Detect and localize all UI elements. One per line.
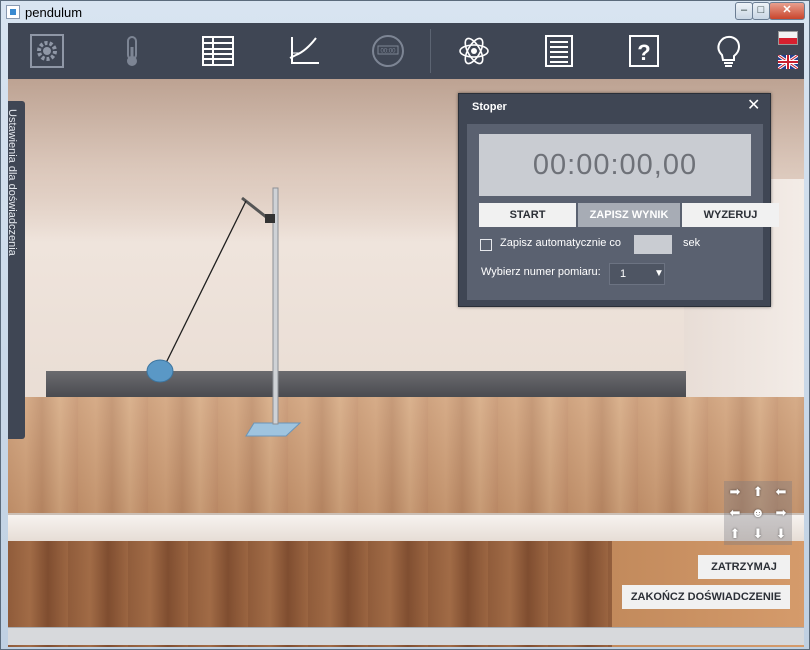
app-client-area: 00:00 ? Ustawienia dla doświadczenia Sto… — [8, 23, 804, 647]
experiment-scene: Ustawienia dla doświadczenia Stoper ✕ 00… — [8, 79, 804, 647]
stand-rod — [272, 187, 279, 425]
toolbar-separator — [430, 29, 431, 73]
document-icon — [545, 35, 573, 67]
stopwatch-title: Stoper — [472, 101, 507, 113]
end-experiment-button[interactable]: ZAKOŃCZ DOŚWIADCZENIE — [622, 585, 790, 609]
settings-tab-label: Ustawienia dla doświadczenia — [8, 109, 18, 256]
app-icon — [6, 5, 20, 19]
table-icon — [202, 36, 234, 66]
help-icon-label: ? — [637, 40, 650, 65]
stopwatch-button[interactable]: 00:00 — [366, 29, 410, 73]
maximize-button[interactable]: □ — [752, 2, 770, 20]
move-backward-icon[interactable]: ⬇ — [749, 525, 767, 543]
chevron-down-icon: ▼ — [654, 268, 664, 279]
rod-clamp — [265, 214, 275, 223]
move-up-icon[interactable]: ⬆ — [726, 525, 744, 543]
camera-navigation-pad: ➡ ⬆ ⬅ ⬅ ☻ ➡ ⬆ ⬇ ⬇ — [724, 481, 792, 545]
experiment-settings-tab[interactable]: Ustawienia dla doświadczenia — [8, 101, 25, 439]
chart-icon — [289, 37, 319, 64]
start-button[interactable]: START — [479, 203, 576, 227]
pl-flag-icon[interactable] — [778, 31, 798, 45]
auto-save-interval-input[interactable] — [634, 235, 672, 254]
physics-button[interactable] — [452, 29, 496, 73]
auto-save-checkbox[interactable] — [480, 239, 492, 251]
stopwatch-body: 00:00:00,00 START ZAPISZ WYNIK WYZERUJ Z… — [467, 124, 779, 300]
app-window: pendulum – □ ✕ 00:00 ? Ustawienia dla do… — [0, 0, 810, 650]
stopwatch-icon: 00:00 — [372, 35, 404, 67]
help-button[interactable]: ? — [622, 29, 666, 73]
help-icon: ? — [629, 35, 659, 67]
document-button[interactable] — [536, 29, 580, 73]
rotate-left-icon[interactable]: ⬅ — [772, 483, 790, 501]
stopwatch-close-icon[interactable]: ✕ — [747, 98, 760, 114]
move-right-icon[interactable]: ➡ — [772, 504, 790, 522]
table-button[interactable] — [196, 29, 240, 73]
hint-button[interactable] — [706, 29, 750, 73]
save-result-button[interactable]: ZAPISZ WYNIK — [578, 203, 680, 227]
pendulum-string[interactable] — [163, 200, 247, 368]
pause-button[interactable]: ZATRZYMAJ — [698, 555, 790, 579]
minimize-button[interactable]: – — [735, 2, 753, 20]
pendulum-bob[interactable] — [146, 359, 174, 383]
move-down-icon[interactable]: ⬇ — [772, 525, 790, 543]
thermometer-icon — [127, 36, 137, 66]
reset-button[interactable]: WYZERUJ — [682, 203, 779, 227]
stand-base — [245, 422, 302, 437]
uk-flag-icon[interactable] — [778, 55, 798, 69]
window-title: pendulum — [25, 5, 83, 20]
move-forward-icon[interactable]: ⬆ — [749, 483, 767, 501]
auto-save-unit: sek — [683, 237, 701, 249]
gear-icon — [30, 34, 64, 68]
rotate-right-icon[interactable]: ➡ — [726, 483, 744, 501]
status-bar — [8, 627, 804, 645]
chart-button[interactable] — [282, 29, 326, 73]
stopwatch-display: 00:00:00,00 — [479, 134, 751, 196]
stopwatch-panel: Stoper ✕ 00:00:00,00 START ZAPISZ WYNIK … — [458, 93, 779, 307]
measurement-select[interactable]: 1 ▼ — [609, 263, 665, 285]
person-icon[interactable]: ☻ — [749, 504, 767, 522]
auto-save-label: Zapisz automatycznie co — [500, 237, 622, 249]
measurement-value: 1 — [620, 268, 627, 280]
move-left-icon[interactable]: ⬅ — [726, 504, 744, 522]
title-bar[interactable]: pendulum – □ ✕ — [1, 1, 809, 23]
settings-button[interactable] — [25, 29, 69, 73]
close-button[interactable]: ✕ — [769, 2, 805, 20]
temperature-button[interactable] — [110, 29, 154, 73]
measurement-label: Wybierz numer pomiaru: — [481, 266, 601, 278]
main-toolbar: 00:00 ? — [8, 23, 804, 79]
atom-icon — [459, 37, 489, 65]
stopwatch-icon-label: 00:00 — [380, 49, 396, 55]
lightbulb-icon — [717, 35, 741, 67]
